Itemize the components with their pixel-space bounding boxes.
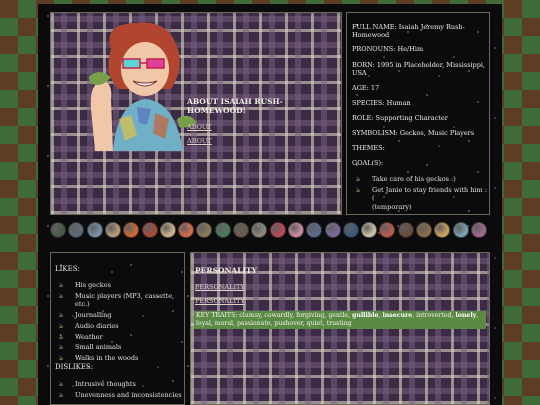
gecko-icon: ঌ <box>59 343 64 352</box>
decorative-badge-icon <box>379 222 396 238</box>
gecko-icon: ঌ <box>59 311 64 320</box>
about-link-2[interactable]: ABOUT <box>187 137 212 145</box>
goals-list: ঌ Take care of his geckos :) ঌ Get Janie t… <box>354 175 489 214</box>
dislikes-label: DISLIKES: <box>55 363 94 371</box>
profile-details-panel: FULL NAME: Isaiah Jeremy Rush- Homewood … <box>346 12 490 215</box>
full-name-line2: Homewood <box>352 31 390 39</box>
symbolism: SYMBOLISM: Geckos, Music Players <box>352 129 475 137</box>
goals-label: GOAL(S): <box>352 159 384 167</box>
list-item: ঌ Music players (MP3, cassette, etc.) <box>59 291 175 309</box>
age: AGE: 17 <box>352 84 380 92</box>
decorative-badge-icon <box>141 222 158 238</box>
likes-panel: LIKES: ঌ His geckos ঌ Music players (MP3, … <box>50 252 185 405</box>
gecko-icon: ঌ <box>59 291 64 300</box>
decorative-badge-icon <box>251 222 268 238</box>
decorative-badge-icon <box>324 222 341 238</box>
list-item: ঌ Unevenness and inconsistencies <box>59 390 182 399</box>
decorative-badge-icon <box>159 222 176 238</box>
personality-link-1[interactable]: PERSONALITY <box>195 283 245 291</box>
born-line1: BORN: 1995 in Placeholder, Mississippi, <box>352 61 485 69</box>
personality-link-2[interactable]: PERSONALITY <box>195 297 245 305</box>
full-name-line1: FULL NAME: Isaiah Jeremy Rush- <box>352 23 465 31</box>
list-item: ঌ Take care of his geckos :) <box>356 175 456 183</box>
decorative-badge-icon <box>178 222 195 238</box>
gecko-icon: ঌ <box>59 332 64 341</box>
dislikes-list: ঌ Intrusive thoughts ঌ Unevenness and inco… <box>57 380 183 402</box>
about-title-line2: HOMEWOOD! <box>187 106 246 115</box>
themes: THEMES: <box>352 144 385 152</box>
character-portrait <box>89 22 197 151</box>
list-item: ঌ His geckos <box>59 281 111 289</box>
gecko-icon: ঌ <box>356 175 361 183</box>
gecko-icon <box>89 72 111 85</box>
decorative-badge-icon <box>397 222 414 238</box>
list-item: ঌ Small animals <box>59 343 122 352</box>
decorative-badge-icon <box>470 222 487 238</box>
about-portrait-panel: ABOUT ISAIAH RUSH- HOMEWOOD! ABOUT ABOUT <box>50 12 342 215</box>
list-item: ঌ Weather <box>59 332 103 341</box>
decorative-badge-icon <box>452 222 469 238</box>
gecko-icon: ঌ <box>59 354 64 363</box>
pronouns: PRONOUNS: He/Him <box>352 45 424 53</box>
gecko-icon: ঌ <box>59 281 64 289</box>
gecko-icon: ঌ <box>59 380 64 388</box>
decorative-badge-icon <box>50 222 66 238</box>
about-title-line1: ABOUT ISAIAH RUSH- <box>187 97 283 106</box>
decorative-badge-icon <box>123 222 140 238</box>
decorative-badge-icon <box>361 222 378 238</box>
gecko-icon: ঌ <box>59 390 64 399</box>
role: ROLE: Supporting Character <box>352 114 448 122</box>
decorative-badge-icon <box>269 222 286 238</box>
list-item: ঌ Walks in the woods <box>59 354 139 363</box>
key-traits-text: KEY TRAITS: clumsy, cowardly, forgiving,… <box>196 312 479 327</box>
decorative-badge-icon <box>214 222 231 238</box>
personality-heading: PERSONALITY <box>195 266 257 275</box>
decorative-badge-icon <box>287 222 304 238</box>
list-item: ঌ Get Janie to stay friends with him :((t… <box>356 185 487 211</box>
decorative-badge-icon <box>306 222 323 238</box>
decorative-badge-icon <box>196 222 213 238</box>
born-line2: USA <box>352 69 367 77</box>
decorative-badge-icon <box>104 222 121 238</box>
decorative-badge-icon <box>342 222 359 238</box>
list-item: ঌ Audio diaries <box>59 321 119 330</box>
decorative-badge-icon <box>68 222 85 238</box>
about-link-1[interactable]: ABOUT <box>187 123 212 131</box>
species: SPECIES: Human <box>352 99 411 107</box>
decorative-button-row <box>50 220 490 244</box>
likes-label: LIKES: <box>55 265 80 273</box>
decorative-badge-icon <box>86 222 103 238</box>
list-item: ঌ Intrusive thoughts <box>59 380 136 388</box>
gecko-icon: ঌ <box>356 185 361 194</box>
decorative-badge-icon <box>233 222 249 238</box>
list-item: ঌ Journalling <box>59 311 112 320</box>
decorative-badge-icon <box>434 222 451 238</box>
gecko-icon: ঌ <box>59 321 64 330</box>
decorative-badge-icon <box>416 222 432 238</box>
likes-list: ঌ His geckos ঌ Music players (MP3, cassett… <box>57 281 183 365</box>
